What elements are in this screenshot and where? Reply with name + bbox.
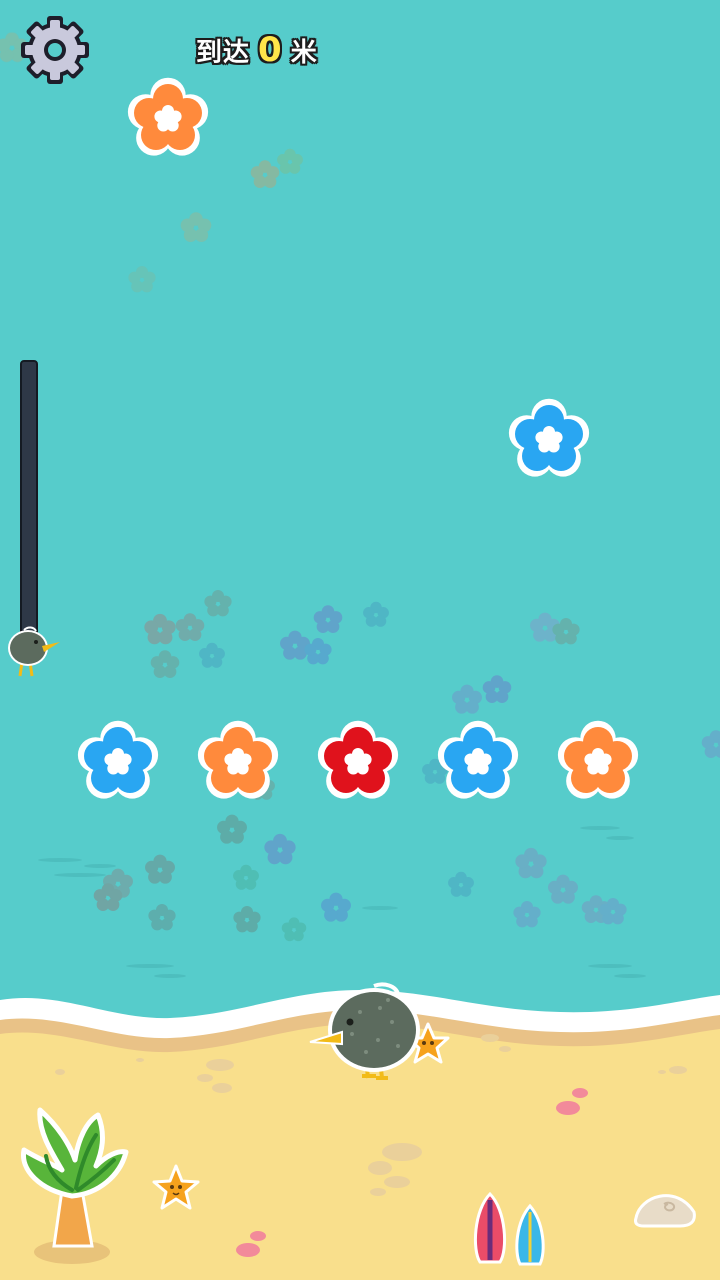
flower-orange[interactable] — [557, 720, 639, 799]
faded-flower — [217, 814, 247, 844]
faded-flower — [363, 601, 389, 627]
faded-flower — [264, 833, 296, 865]
distance-value: 0 — [258, 30, 283, 70]
faded-flower — [448, 871, 474, 897]
faded-flower — [233, 906, 261, 933]
faded-flower — [144, 613, 176, 645]
faded-flower — [548, 874, 578, 904]
gear-icon[interactable] — [21, 16, 89, 84]
flower-red[interactable] — [317, 720, 399, 799]
distance-prefix: 到达 — [196, 37, 251, 68]
faded-flower — [204, 590, 232, 617]
faded-flower — [145, 854, 175, 884]
faded-flower — [280, 630, 310, 660]
faded-flower — [250, 160, 280, 189]
flower-blue[interactable] — [437, 720, 519, 799]
faded-flower — [313, 605, 343, 634]
faded-flower — [175, 613, 205, 642]
faded-flower — [150, 650, 180, 679]
flower-orange[interactable] — [197, 720, 279, 799]
flower-orange-top[interactable] — [127, 77, 209, 156]
faded-flower — [128, 266, 156, 293]
flower-row — [77, 720, 639, 799]
faded-flower — [281, 917, 307, 942]
progress-kiwi-marker — [8, 626, 60, 677]
distance-unit: 米 — [290, 37, 318, 68]
faded-flower — [321, 892, 351, 922]
faded-flower — [513, 901, 541, 928]
flower-blue[interactable] — [77, 720, 159, 799]
faded-flower — [515, 847, 547, 879]
faded-flower — [199, 642, 225, 668]
faded-flower — [452, 684, 482, 714]
faded-flower — [148, 904, 176, 931]
faded-flower — [277, 148, 303, 174]
faded-flower — [180, 212, 212, 242]
distance-readout: 到达 0 米 — [196, 30, 318, 70]
faded-flower — [701, 730, 720, 759]
background-flowers — [0, 32, 720, 942]
faded-flower — [482, 675, 512, 704]
flower-blue-top[interactable] — [508, 398, 590, 477]
faded-flower — [233, 864, 259, 890]
game-scene[interactable] — [0, 0, 720, 1280]
height-progress-bar — [20, 360, 38, 650]
